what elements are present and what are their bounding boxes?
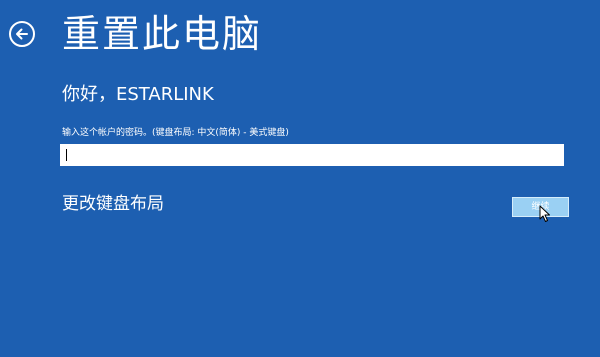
page-title: 重置此电脑: [62, 12, 263, 56]
change-keyboard-layout-link[interactable]: 更改键盘布局: [62, 192, 164, 216]
password-input[interactable]: [60, 144, 564, 166]
back-button[interactable]: [9, 21, 35, 47]
text-caret: [66, 149, 67, 161]
password-prompt: 输入这个帐户的密码。(键盘布局: 中文(简体) - 美式键盘): [62, 128, 289, 138]
greeting-text: 你好，ESTARLINK: [62, 84, 214, 105]
back-arrow-icon: [16, 28, 28, 40]
mouse-cursor-icon: [539, 205, 550, 222]
